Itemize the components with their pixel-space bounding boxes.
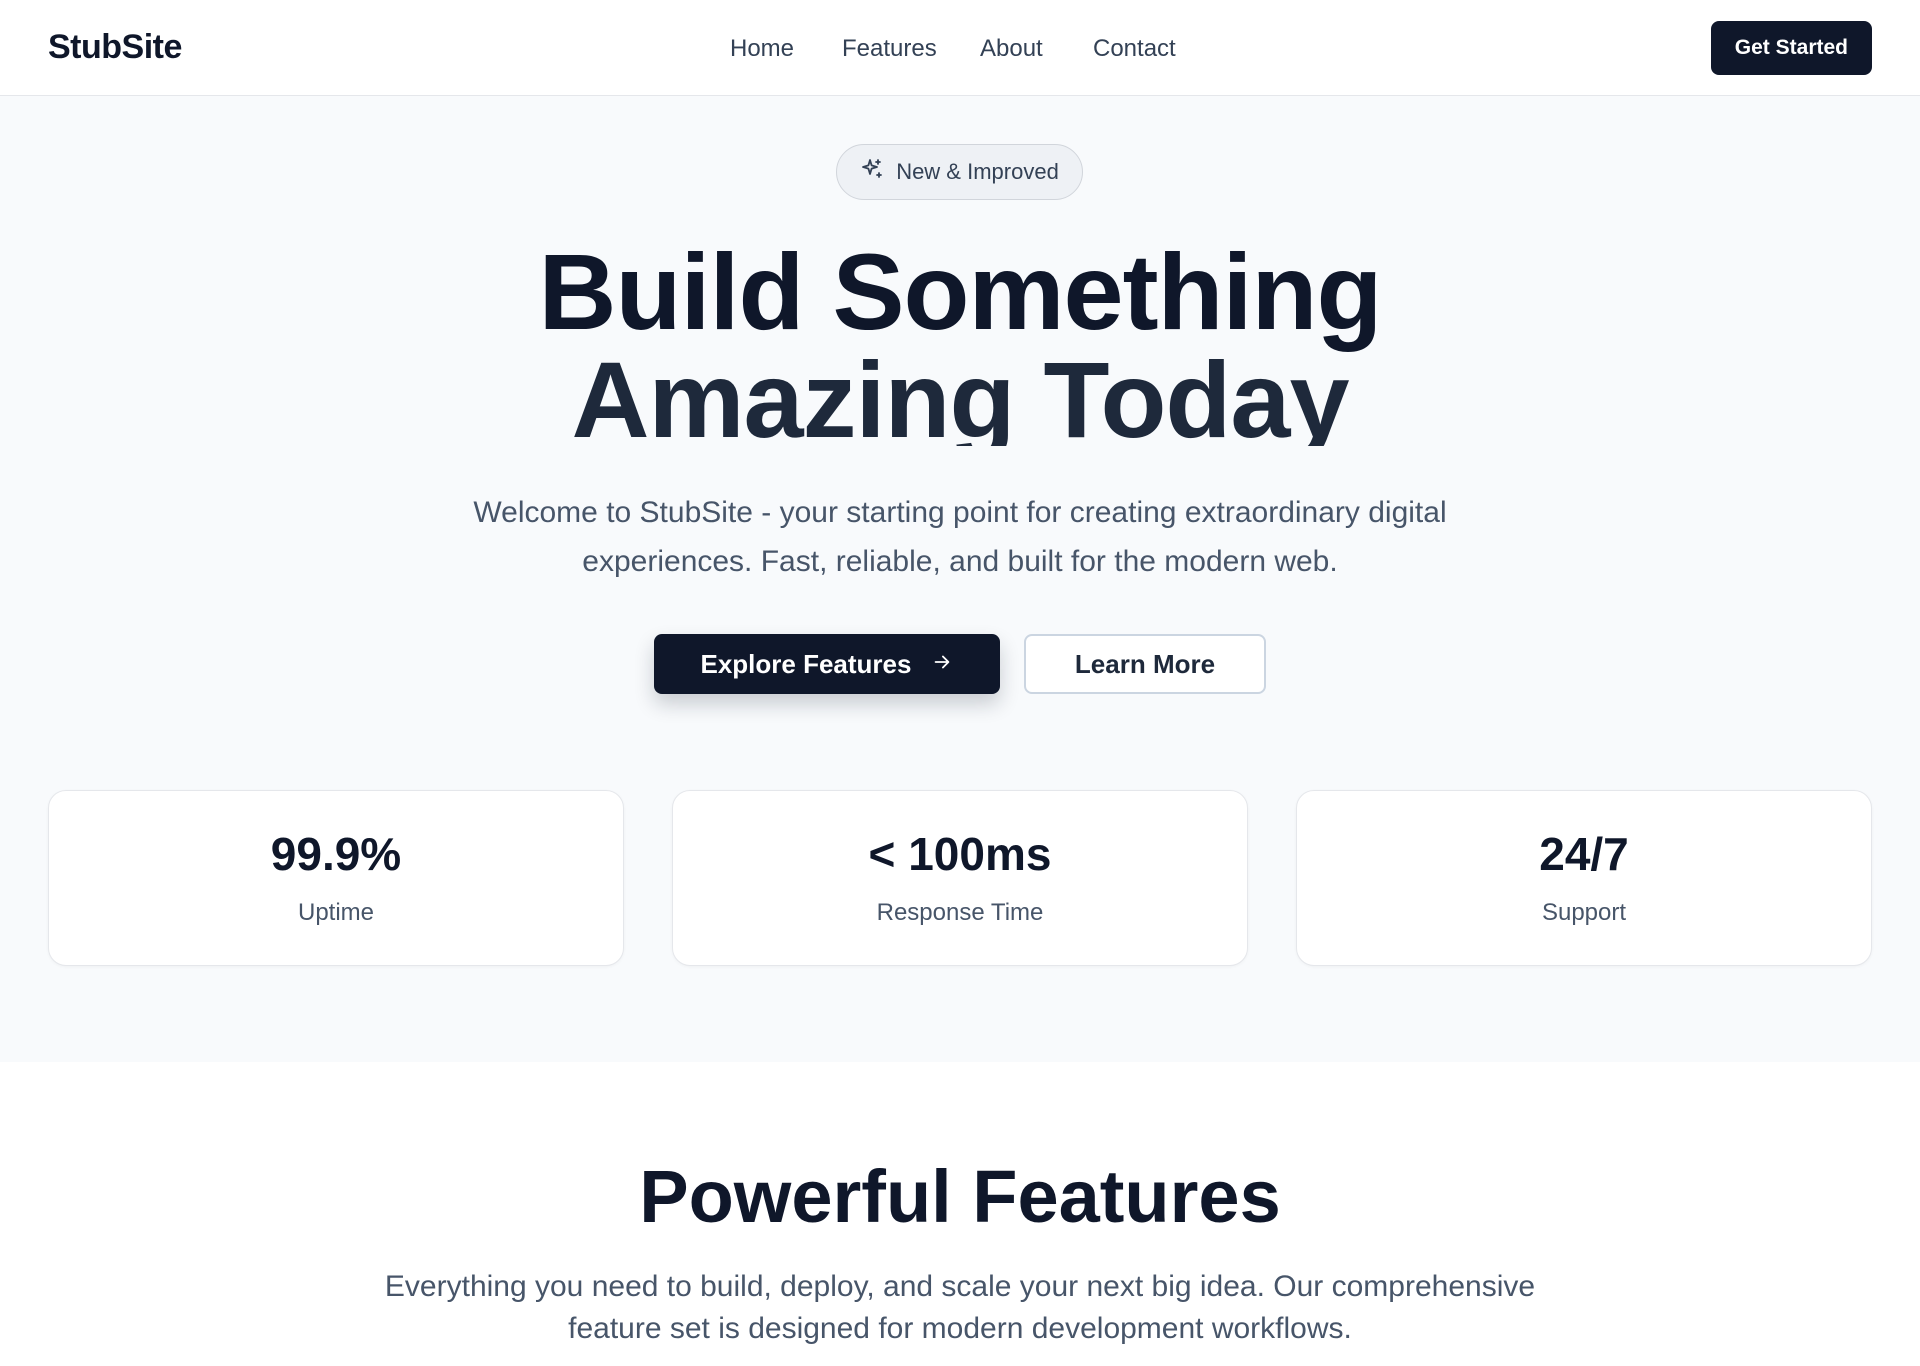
stat-card-uptime: 99.9% Uptime bbox=[48, 790, 624, 966]
arrow-right-icon bbox=[931, 649, 953, 680]
stat-label: Support bbox=[1541, 899, 1627, 926]
hero-section: New & Improved Build Something Amazing T… bbox=[0, 96, 1920, 1062]
headline-line-1: Build Something bbox=[538, 231, 1383, 352]
new-badge: New & Improved bbox=[836, 144, 1083, 200]
top-navigation: StubSite Home Features About Contact Get… bbox=[0, 0, 1920, 96]
explore-features-button[interactable]: Explore Features bbox=[654, 634, 1000, 694]
features-subtitle: Everything you need to build, deploy, an… bbox=[384, 1270, 1536, 1345]
headline-line-2: Amazing Today bbox=[571, 346, 1349, 446]
stats-row: 99.9% Uptime < 100ms Response Time 24/7 … bbox=[48, 790, 1872, 966]
learn-more-button[interactable]: Learn More bbox=[1024, 634, 1266, 694]
nav-link-about[interactable]: About bbox=[980, 35, 1043, 63]
nav-links: Home Features About Contact bbox=[0, 35, 1920, 65]
badge-label: New & Improved bbox=[896, 159, 1059, 184]
stat-card-response-time: < 100ms Response Time bbox=[672, 790, 1248, 966]
stat-label: Response Time bbox=[876, 899, 1044, 926]
nav-link-home[interactable]: Home bbox=[730, 35, 794, 63]
hero-subtitle: Welcome to StubSite - your starting poin… bbox=[473, 496, 1447, 578]
stat-label: Uptime bbox=[297, 899, 375, 926]
hero-headline: Build Something Amazing Today bbox=[0, 231, 1920, 447]
explore-features-label: Explore Features bbox=[700, 648, 912, 679]
features-title: Powerful Features bbox=[639, 1155, 1281, 1238]
stat-value: 99.9% bbox=[270, 828, 402, 880]
get-started-button[interactable]: Get Started bbox=[1710, 21, 1872, 75]
sparkles-icon bbox=[860, 157, 884, 187]
features-section: Powerful Features Everything you need to… bbox=[0, 1062, 1920, 1366]
stat-value: < 100ms bbox=[868, 828, 1052, 880]
stat-value: 24/7 bbox=[1539, 828, 1629, 880]
nav-link-features[interactable]: Features bbox=[842, 35, 937, 63]
nav-link-contact[interactable]: Contact bbox=[1093, 35, 1176, 63]
stat-card-support: 24/7 Support bbox=[1296, 790, 1872, 966]
